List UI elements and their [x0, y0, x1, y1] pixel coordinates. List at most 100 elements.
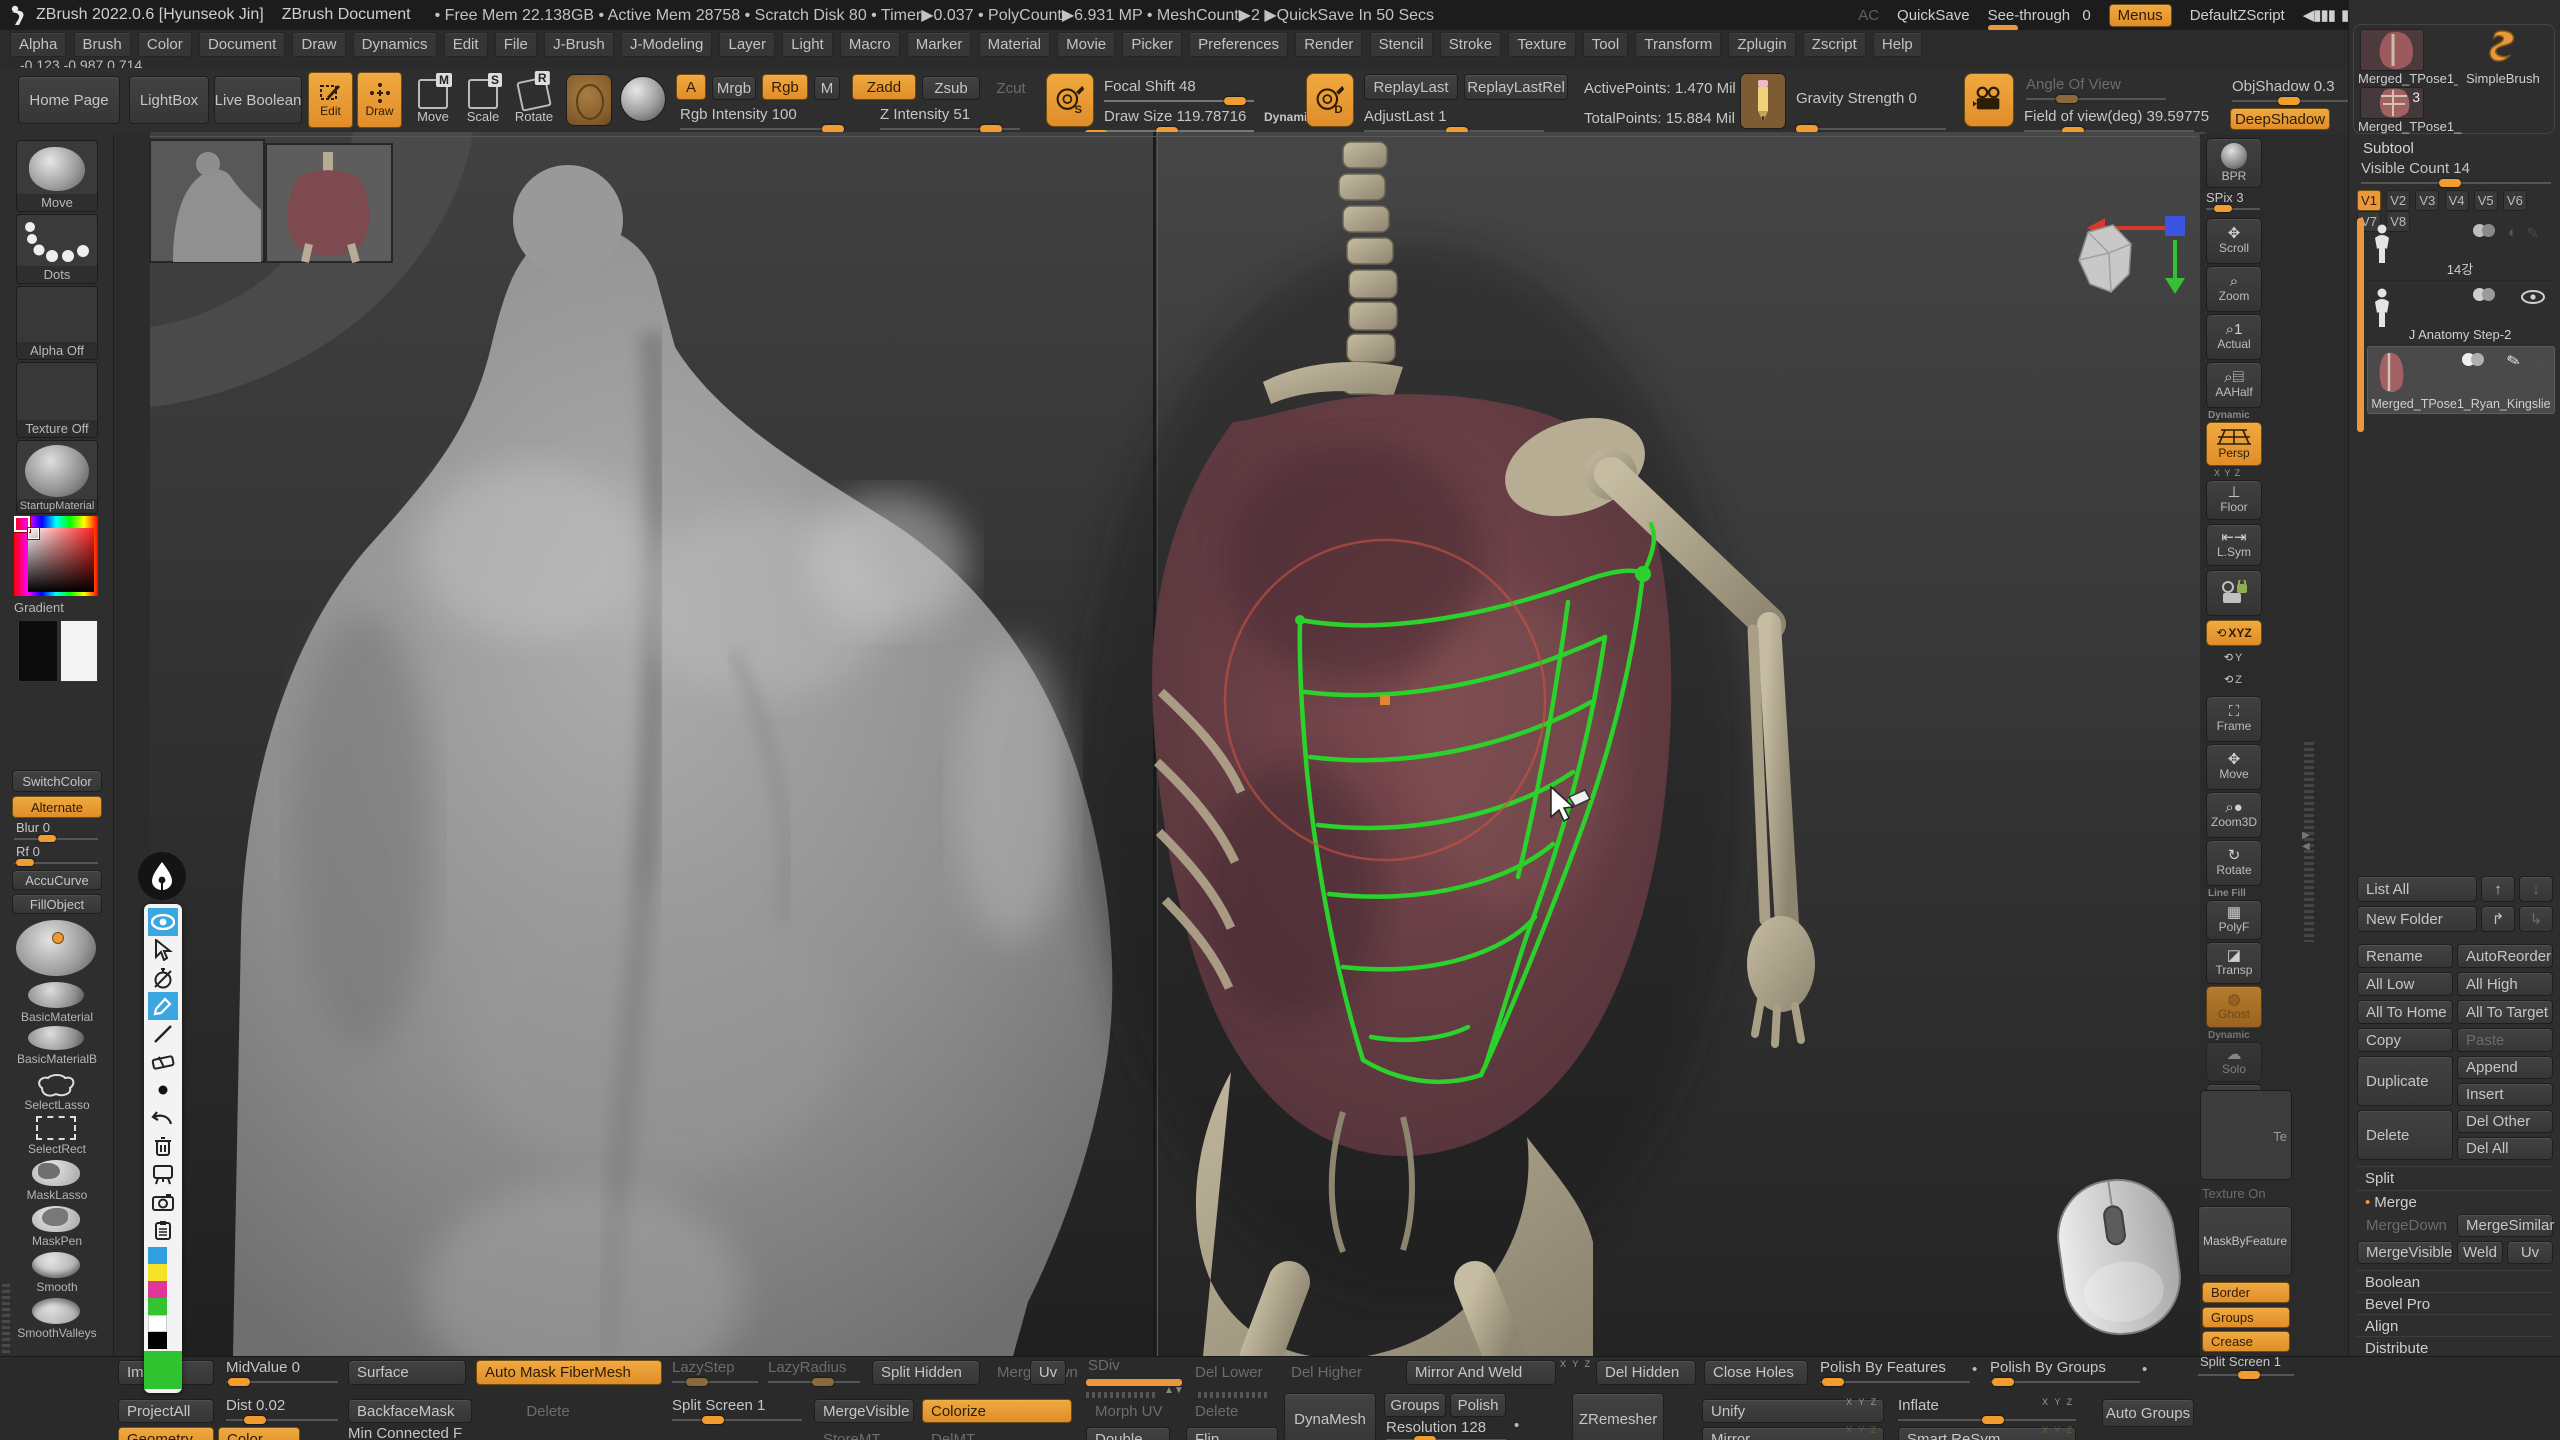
scale-gizmo-button[interactable]: S Scale	[458, 74, 508, 128]
solo-button[interactable]: ☁Solo	[2206, 1042, 2262, 1082]
bpr-button[interactable]: BPR	[2206, 138, 2262, 188]
all-high-button[interactable]: All High	[2457, 972, 2553, 996]
rotate-xyz-button[interactable]: ⟲XYZ	[2206, 620, 2262, 646]
delmt-button[interactable]: DelMT	[922, 1427, 1012, 1440]
border-button[interactable]: Border	[2202, 1282, 2290, 1303]
zsub-button[interactable]: Zsub	[922, 76, 980, 100]
see-through-slider[interactable]: See-through 0	[1988, 7, 2091, 24]
color-picker[interactable]	[14, 516, 98, 596]
annot-trash-button[interactable]	[148, 1132, 178, 1160]
replay-last-rel-button[interactable]: ReplayLastRel	[1464, 74, 1568, 100]
projectall-button[interactable]: ProjectAll	[118, 1399, 214, 1423]
mrgb-button[interactable]: Mrgb	[712, 76, 756, 100]
annot-color-grid[interactable]	[148, 1247, 178, 1349]
all-to-target-button[interactable]: All To Target	[2457, 1000, 2553, 1024]
canvas-scroll-strip[interactable]: ▶◀	[2304, 742, 2314, 942]
m-button[interactable]: M	[814, 76, 840, 100]
zremesher-button[interactable]: ZRemesher	[1572, 1393, 1664, 1440]
dynamesh-button[interactable]: DynaMesh	[1284, 1393, 1376, 1440]
document-thumbnail-2[interactable]	[266, 144, 392, 262]
menu-document[interactable]: Document	[199, 32, 285, 57]
gravity-pencil-swatch[interactable]	[1740, 73, 1786, 129]
document-canvas[interactable]	[113, 132, 2205, 1356]
live-boolean-button[interactable]: Live Boolean	[214, 76, 302, 124]
select-lasso-thumb[interactable]	[34, 1072, 78, 1098]
menu-layer[interactable]: Layer	[719, 32, 775, 57]
auto-groups-button[interactable]: Auto Groups	[2102, 1399, 2194, 1427]
tab-v6[interactable]: V6	[2503, 190, 2527, 211]
auto-reorder-button[interactable]: AutoReorder	[2457, 944, 2553, 968]
menu-help[interactable]: Help	[1873, 32, 1922, 57]
material-sphere-swatch[interactable]	[620, 76, 666, 122]
floor-button[interactable]: ⊥Floor	[2206, 480, 2262, 520]
tab-v1[interactable]: V1	[2357, 190, 2381, 211]
basic-material-thumb[interactable]	[28, 982, 84, 1008]
z-intensity-track[interactable]	[880, 128, 1020, 130]
tab-v3[interactable]: V3	[2415, 190, 2439, 211]
delete-dim-button[interactable]: Delete	[500, 1399, 596, 1423]
mask-by-feature-button[interactable]: MaskByFeature	[2198, 1206, 2292, 1276]
del-lower-button[interactable]: Del Lower	[1186, 1360, 1272, 1385]
scroll-button[interactable]: ✥Scroll	[2206, 218, 2262, 264]
basic-material-b-thumb[interactable]	[28, 1026, 84, 1050]
stroke-d-icon[interactable]: D	[1306, 73, 1354, 127]
default-zscript-button[interactable]: DefaultZScript	[2190, 7, 2285, 24]
brush-move-thumbnail[interactable]: Move	[16, 140, 98, 212]
uv-button[interactable]: Uv	[2507, 1241, 2553, 1264]
frame-button[interactable]: ⛶Frame	[2206, 696, 2262, 742]
polypaint-dim-icon[interactable]	[2473, 224, 2491, 241]
annot-timer-tool[interactable]	[148, 964, 178, 992]
auto-mask-fibermesh-button[interactable]: Auto Mask FiberMesh	[476, 1360, 662, 1385]
mirror-and-weld-button[interactable]: Mirror And Weld	[1406, 1360, 1556, 1385]
list-all-button[interactable]: List All	[2357, 876, 2477, 902]
draw-button[interactable]: Draw	[357, 72, 402, 128]
active-brush-icon[interactable]: ✎	[2504, 350, 2522, 373]
rotate-gizmo-button[interactable]: R Rotate	[508, 74, 560, 128]
backface-mask-button[interactable]: BackfaceMask	[348, 1399, 472, 1423]
inflate-track[interactable]	[1898, 1419, 2076, 1421]
home-page-button[interactable]: Home Page	[18, 76, 120, 124]
menu-jbrush[interactable]: J-Brush	[544, 32, 614, 57]
menu-movie[interactable]: Movie	[1057, 32, 1115, 57]
all-low-button[interactable]: All Low	[2357, 972, 2453, 996]
deep-shadow-button[interactable]: DeepShadow	[2230, 108, 2330, 130]
split-screen-right-track[interactable]	[2198, 1374, 2294, 1376]
stroke-dots-thumbnail[interactable]: Dots	[16, 214, 98, 284]
paste-button[interactable]: Paste	[2457, 1028, 2553, 1052]
annot-cursor-tool[interactable]	[148, 936, 178, 964]
new-folder-button[interactable]: New Folder	[2357, 906, 2477, 932]
zoom-button[interactable]: ⌕Zoom	[2206, 266, 2262, 312]
close-holes-button[interactable]: Close Holes	[1704, 1360, 1808, 1385]
menu-dynamics[interactable]: Dynamics	[353, 32, 437, 57]
menu-jmodeling[interactable]: J-Modeling	[621, 32, 712, 57]
storemt-button[interactable]: StoreMT	[814, 1427, 914, 1440]
copy-button[interactable]: Copy	[2357, 1028, 2453, 1052]
fill-object-button[interactable]: FillObject	[12, 894, 102, 914]
menu-tool[interactable]: Tool	[1583, 32, 1629, 57]
mask-pen-thumb[interactable]	[32, 1206, 80, 1232]
camera-button[interactable]	[1964, 73, 2014, 127]
boolean-section-header[interactable]: Boolean	[2357, 1270, 2553, 1294]
annot-eye-tool[interactable]	[148, 908, 178, 936]
dim-brush-icon[interactable]: ✎	[2526, 224, 2539, 242]
angle-of-view-track[interactable]	[2026, 98, 2166, 100]
zoom3d-button[interactable]: ⌕●Zoom3D	[2206, 792, 2262, 838]
dim-eye-icon[interactable]: ◐	[2508, 224, 2517, 241]
surface-button[interactable]: Surface	[348, 1360, 466, 1385]
tool-thumbnail-2[interactable]: 3	[2360, 87, 2424, 119]
startup-material-slot[interactable]: StartupMaterial	[16, 440, 98, 514]
menu-preferences[interactable]: Preferences	[1189, 32, 1288, 57]
menu-stencil[interactable]: Stencil	[1370, 32, 1433, 57]
material-preview-sphere[interactable]	[16, 920, 96, 976]
delete-dim2-button[interactable]: Delete	[1186, 1399, 1262, 1423]
main-color-swatch[interactable]	[18, 620, 58, 682]
material-a-toggle[interactable]: A	[676, 74, 706, 100]
merge-down-button[interactable]: MergeDown	[2357, 1214, 2453, 1237]
flip-button[interactable]: Flip	[1186, 1427, 1278, 1440]
double-button[interactable]: Double	[1086, 1427, 1170, 1440]
actual-button[interactable]: ⌕1Actual	[2206, 314, 2262, 360]
tab-v4[interactable]: V4	[2445, 190, 2469, 211]
groups-small-button[interactable]: Groups	[1384, 1393, 1446, 1417]
dist-track[interactable]	[226, 1419, 338, 1421]
stroke-s-icon[interactable]: S	[1046, 73, 1094, 127]
